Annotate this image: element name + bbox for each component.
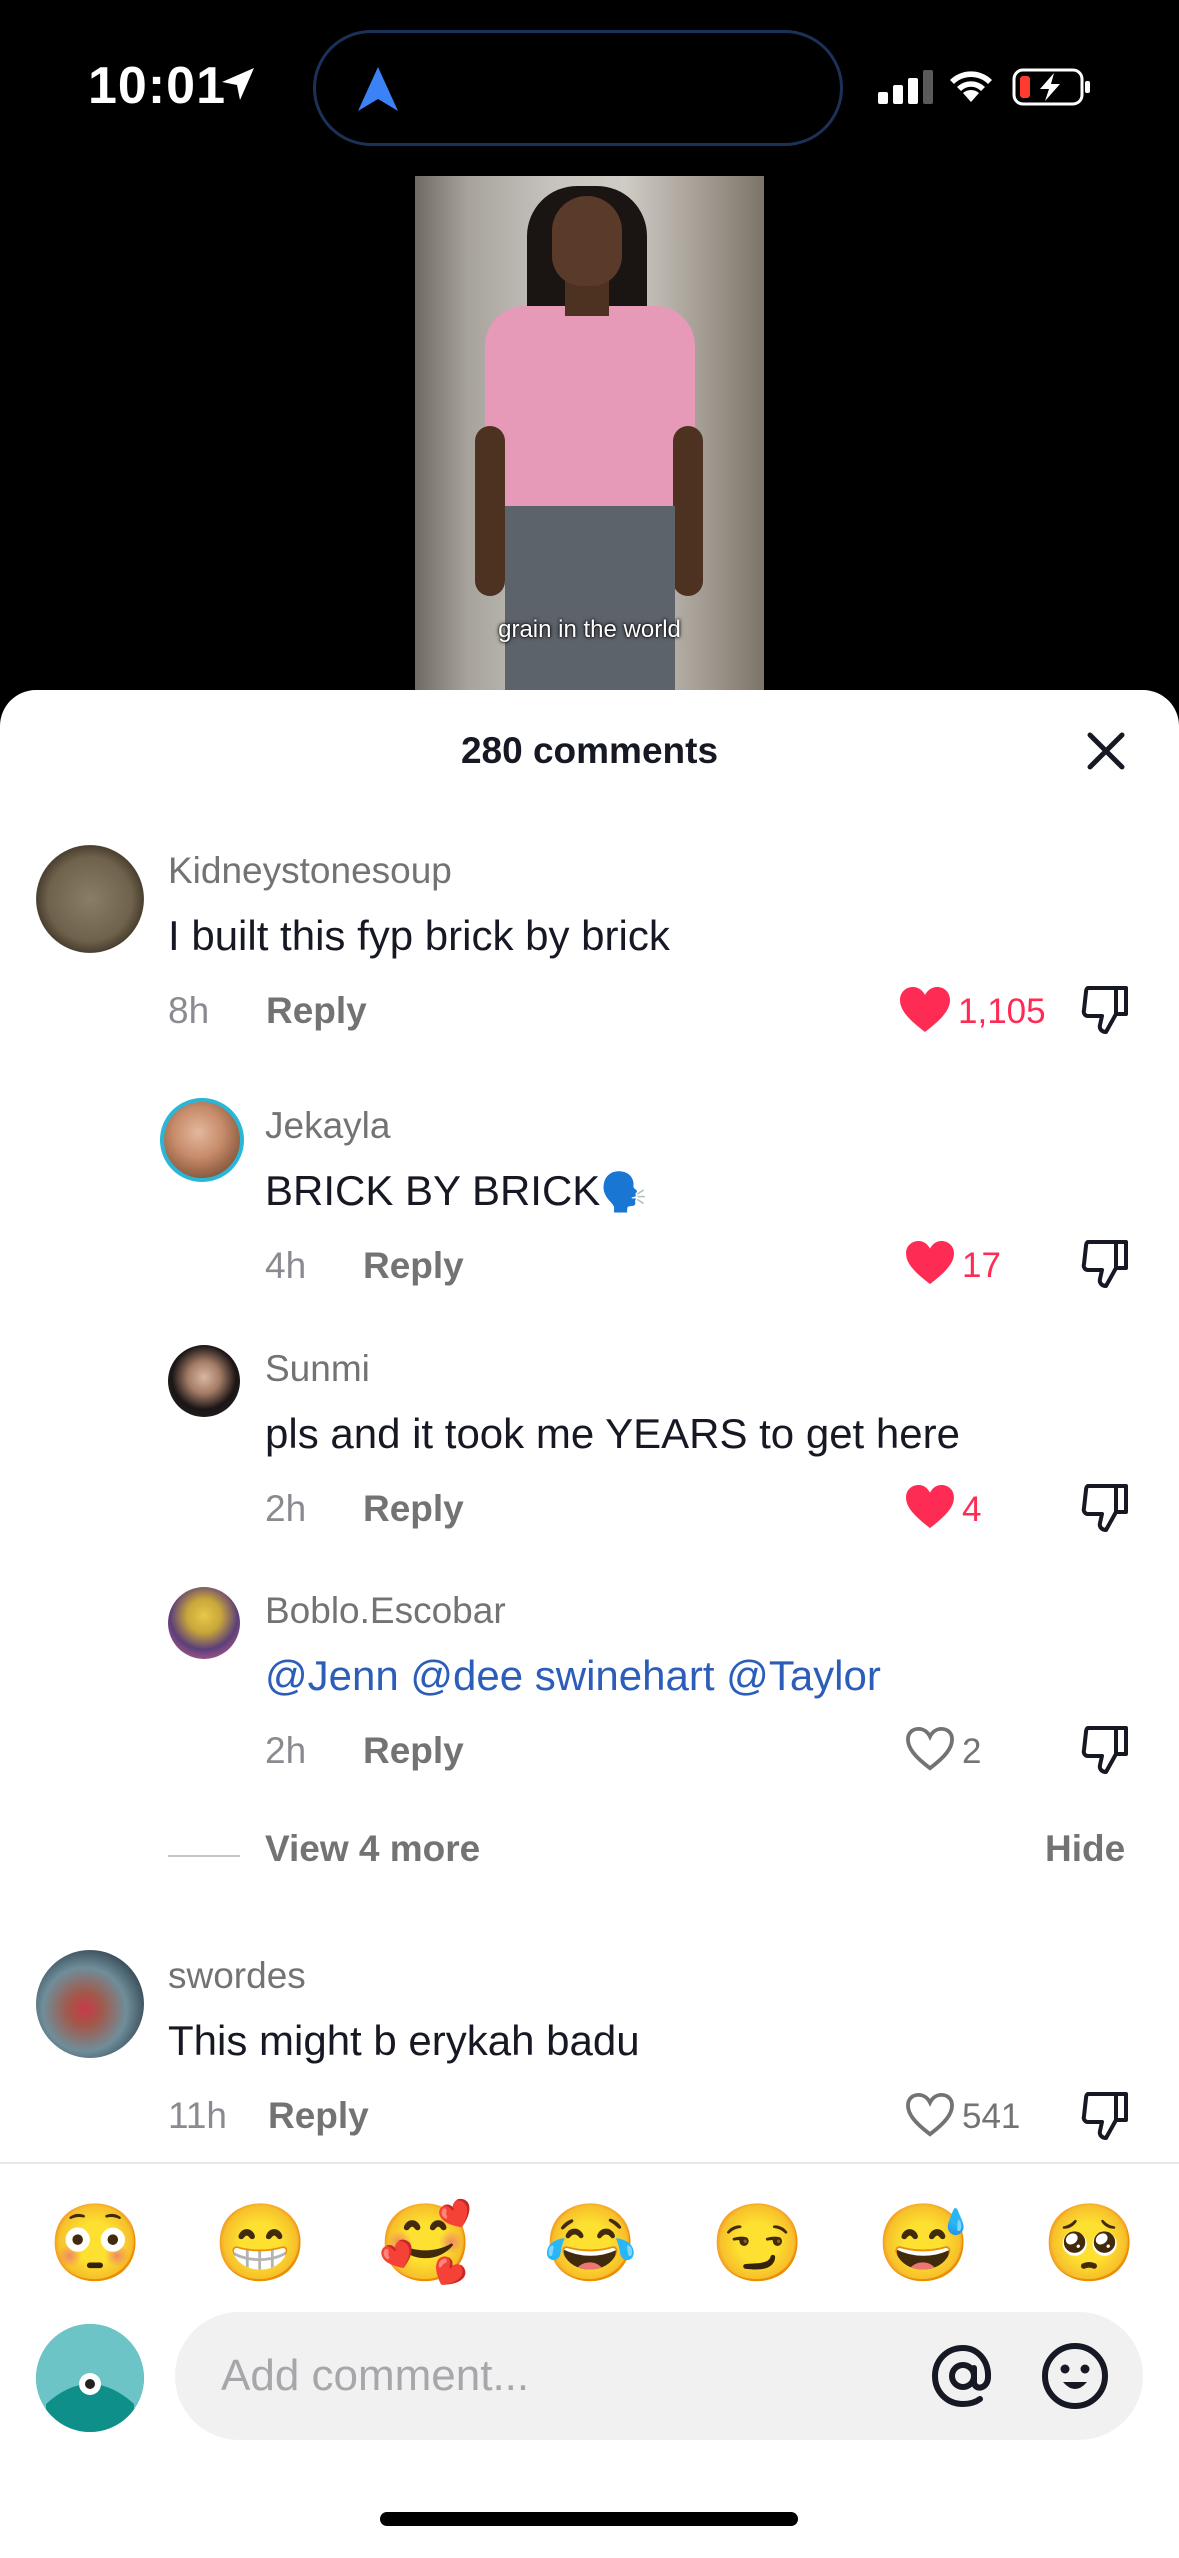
- person-shirt: [485, 306, 695, 516]
- comment-age: 2h: [265, 1488, 307, 1529]
- comment-username[interactable]: Boblo.Escobar: [265, 1590, 506, 1632]
- avatar[interactable]: [160, 1098, 244, 1182]
- hide-replies-button[interactable]: Hide: [1045, 1828, 1125, 1870]
- avatar[interactable]: [36, 845, 144, 953]
- heart-outline-icon[interactable]: [904, 1726, 956, 1772]
- person-left-arm: [475, 426, 505, 596]
- avatar[interactable]: [168, 1587, 240, 1659]
- battery-charging-icon: [1012, 68, 1090, 106]
- heart-filled-icon[interactable]: [898, 986, 952, 1034]
- reply-button[interactable]: Reply: [363, 1730, 464, 1772]
- heart-outline-icon[interactable]: [904, 2092, 956, 2138]
- thumbs-down-icon[interactable]: [1080, 1724, 1132, 1778]
- comment-username[interactable]: Jekayla: [265, 1105, 390, 1147]
- like-count: 2: [962, 1732, 982, 1771]
- comment-composer-bar: 😳 😁 🥰 😂 😏 😅 🥺: [0, 2162, 1179, 2558]
- status-bar: 10:01: [0, 0, 1179, 170]
- thumbs-down-icon[interactable]: [1080, 1238, 1132, 1292]
- like-count: 17: [962, 1246, 1001, 1285]
- cellular-signal-icon: [878, 70, 933, 104]
- comment-username[interactable]: Sunmi: [265, 1348, 370, 1390]
- status-time: 10:01: [88, 57, 226, 115]
- like-count: 541: [962, 2097, 1021, 2136]
- video-thumbnail[interactable]: grain in the world: [415, 176, 764, 696]
- thumbs-down-icon[interactable]: [1080, 984, 1132, 1038]
- comment-age: 4h: [265, 1245, 307, 1286]
- thumbs-down-icon[interactable]: [1080, 1482, 1132, 1536]
- heart-filled-icon[interactable]: [904, 1484, 956, 1530]
- view-more-replies-button[interactable]: View 4 more: [265, 1828, 480, 1870]
- avatar[interactable]: [36, 1950, 144, 2058]
- home-indicator[interactable]: [380, 2512, 798, 2526]
- reply-button[interactable]: Reply: [363, 1488, 464, 1530]
- person-face: [552, 196, 622, 286]
- wifi-icon: [950, 71, 992, 102]
- comment-username[interactable]: Kidneystonesoup: [168, 850, 452, 892]
- monster-avatar-icon: [36, 2324, 144, 2432]
- heart-filled-icon[interactable]: [904, 1240, 956, 1286]
- like-count: 1,105: [958, 992, 1046, 1031]
- emoji-pleading[interactable]: 🥺: [1042, 2204, 1137, 2284]
- comment-text-body: BRICK BY BRICK: [265, 1167, 601, 1214]
- emoji-tears-of-joy[interactable]: 😂: [543, 2204, 638, 2284]
- video-caption: grain in the world: [498, 616, 681, 643]
- navigation-arrow-icon: [358, 67, 398, 111]
- mention-at-icon[interactable]: [925, 2338, 1001, 2414]
- comment-mentions[interactable]: @Jenn @dee swinehart @Taylor: [265, 1652, 881, 1700]
- comments-count-title: 280 comments: [460, 730, 719, 771]
- reply-button[interactable]: Reply: [363, 1245, 464, 1287]
- emoji-smirk[interactable]: 😏: [710, 2204, 805, 2284]
- emoji-picker-icon[interactable]: [1037, 2338, 1113, 2414]
- person-pants: [505, 506, 675, 696]
- emoji-flushed[interactable]: 😳: [48, 2204, 143, 2284]
- like-count: 4: [962, 1490, 982, 1529]
- location-arrow-icon: [222, 68, 254, 100]
- dynamic-island[interactable]: [313, 30, 843, 146]
- my-avatar[interactable]: [36, 2324, 144, 2432]
- speaking-head-emoji: 🗣️: [600, 1172, 648, 1214]
- thumbs-down-icon[interactable]: [1080, 2090, 1132, 2144]
- emoji-grin[interactable]: 😁: [213, 2204, 308, 2284]
- comment-age: 11h: [168, 2095, 227, 2136]
- reply-button[interactable]: Reply: [268, 2095, 369, 2137]
- add-comment-input[interactable]: [219, 2342, 843, 2410]
- comments-sheet: 280 comments Kidneystonesoup I built thi…: [0, 690, 1179, 2558]
- comment-username[interactable]: swordes: [168, 1955, 306, 1997]
- close-icon[interactable]: [1086, 731, 1126, 771]
- comment-input-box: [175, 2312, 1143, 2440]
- view-more-divider: [168, 1855, 240, 1857]
- comment-age: 2h: [265, 1730, 307, 1771]
- emoji-smiling-hearts[interactable]: 🥰: [378, 2204, 473, 2284]
- comment-age: 8h: [168, 990, 210, 1031]
- emoji-sweat-smile[interactable]: 😅: [876, 2204, 971, 2284]
- comment-text: I built this fyp brick by brick: [168, 912, 670, 959]
- person-right-arm: [673, 426, 703, 596]
- comment-text: This might b erykah badu: [168, 2017, 640, 2064]
- comment-text: pls and it took me YEARS to get here: [265, 1410, 960, 1457]
- reply-button[interactable]: Reply: [266, 990, 367, 1032]
- comment-text: BRICK BY BRICK🗣️: [265, 1167, 648, 1215]
- avatar[interactable]: [168, 1345, 240, 1417]
